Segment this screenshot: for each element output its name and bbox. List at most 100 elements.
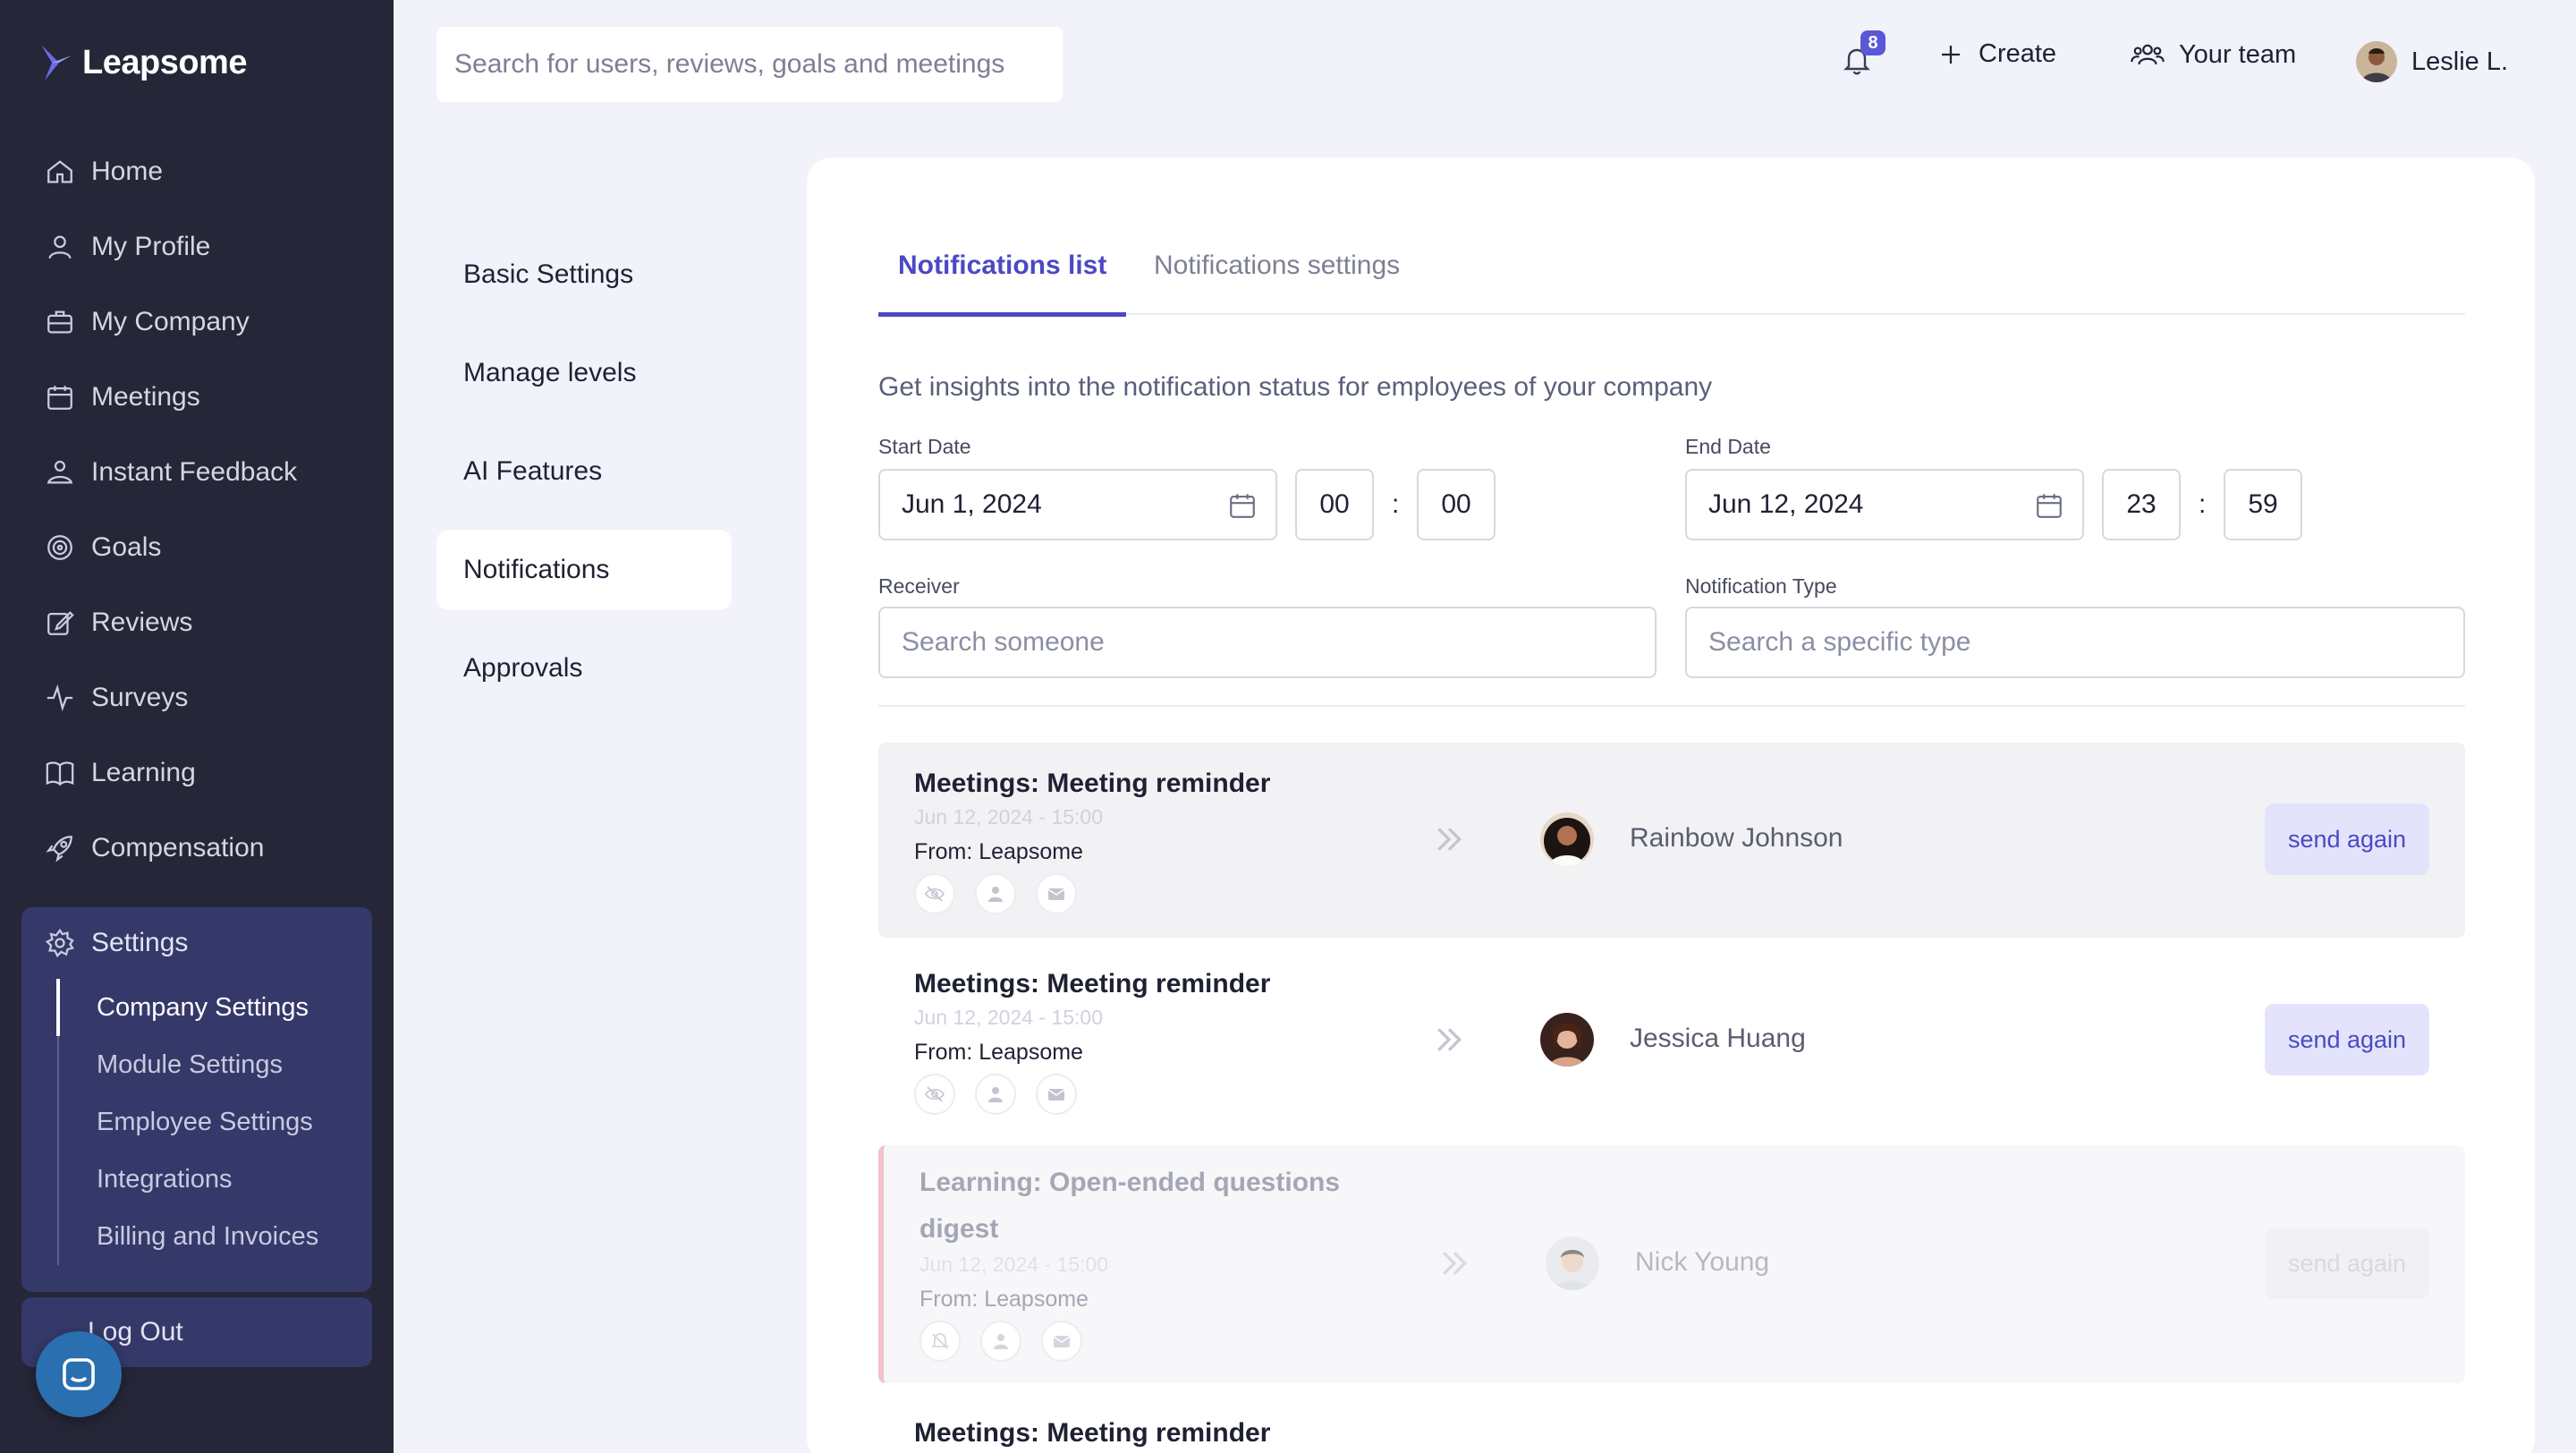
plus-icon [1942, 45, 1960, 64]
nav-item-settings[interactable]: Settings [21, 907, 372, 979]
divider [878, 705, 2465, 707]
subnav-integrations[interactable]: Integrations [59, 1151, 318, 1208]
global-search-input[interactable] [436, 27, 1063, 102]
nav-item-my-company[interactable]: My Company [0, 285, 394, 360]
team-label: Your team [2179, 39, 2297, 69]
rocket-icon [46, 836, 72, 862]
receiver-avatar [1540, 812, 1594, 866]
subnav-billing-and-invoices[interactable]: Billing and Invoices [59, 1208, 318, 1265]
menu-manage-levels[interactable]: Manage levels [436, 333, 732, 413]
delivery-status-icons [919, 1321, 1082, 1362]
leapsome-logo-icon [41, 45, 72, 81]
notification-date: Jun 12, 2024 - 15:00 [914, 805, 1103, 828]
end-date-label: End Date [1685, 435, 1771, 458]
settings-section: Settings Company Settings Module Setting… [21, 907, 372, 1292]
user-avatar [2356, 41, 2397, 82]
double-chevron-right-icon [1437, 1028, 1462, 1051]
send-again-button[interactable]: send again [2265, 1228, 2429, 1299]
chat-icon [63, 1358, 95, 1390]
nav-label: Meetings [91, 382, 200, 412]
delivery-status-icons [914, 873, 1077, 914]
nav-item-surveys[interactable]: Surveys [0, 660, 394, 735]
time-separator: : [2199, 489, 2207, 519]
end-date-value: Jun 12, 2024 [1708, 489, 1864, 519]
receiver-name[interactable]: Jessica Huang [1630, 1024, 1806, 1054]
email-icon [1036, 1074, 1077, 1115]
nav-item-goals[interactable]: Goals [0, 510, 394, 585]
nav-item-home[interactable]: Home [0, 134, 394, 209]
briefcase-icon [47, 310, 72, 334]
start-date-label: Start Date [878, 435, 971, 458]
end-minute-input[interactable]: 59 [2224, 469, 2302, 540]
email-icon [1041, 1321, 1082, 1362]
nav-item-reviews[interactable]: Reviews [0, 585, 394, 660]
subnav-employee-settings[interactable]: Employee Settings [59, 1093, 318, 1151]
notification-count-badge: 8 [1860, 30, 1885, 55]
end-date-input[interactable]: Jun 12, 2024 [1685, 469, 2084, 540]
calendar-icon [1230, 494, 1255, 518]
time-separator: : [1392, 489, 1400, 519]
receiver-label: Receiver [878, 574, 960, 598]
notification-title: Meetings: Meeting reminder [914, 769, 1271, 798]
tabs: Notifications list Notifications setting… [878, 251, 2465, 317]
pulse-icon [47, 684, 73, 712]
notification-type-input[interactable] [1685, 607, 2465, 678]
subnav-module-settings[interactable]: Module Settings [59, 1036, 318, 1093]
nav-label: Reviews [91, 608, 193, 637]
notification-type-label: Notification Type [1685, 574, 1837, 598]
target-icon [47, 535, 72, 560]
nav-item-instant-feedback[interactable]: Instant Feedback [0, 435, 394, 510]
notification-item[interactable]: Meetings: Meeting reminder Jun 12, 2024 … [878, 743, 2465, 938]
receiver-search-input[interactable] [878, 607, 1657, 678]
in-app-user-icon [975, 1074, 1016, 1115]
notification-date: Jun 12, 2024 - 15:00 [919, 1253, 1108, 1276]
notification-item[interactable]: Learning: Open-ended questions digest Ju… [878, 1145, 2465, 1383]
your-team-button[interactable]: Your team [2131, 39, 2296, 70]
nav-item-learning[interactable]: Learning [0, 735, 394, 811]
user-icon [48, 235, 72, 259]
send-again-button[interactable]: send again [2265, 803, 2429, 875]
create-button[interactable]: Create [1937, 39, 2056, 69]
nav-label: My Profile [91, 232, 211, 261]
team-icon [2131, 44, 2165, 65]
menu-notifications[interactable]: Notifications [436, 530, 732, 610]
leapsome-logo[interactable]: Leapsome [39, 43, 247, 82]
home-icon [47, 160, 72, 183]
nav-item-compensation[interactable]: Compensation [0, 811, 394, 886]
notification-muted-icon [919, 1321, 961, 1362]
notification-item[interactable]: Meetings: Meeting reminder Jun 12, 2024 … [878, 943, 2465, 1140]
edit-icon [47, 611, 74, 635]
start-minute-input[interactable]: 00 [1417, 469, 1496, 540]
chat-launcher-button[interactable] [36, 1331, 122, 1417]
receiver-name[interactable]: Nick Young [1635, 1247, 1769, 1278]
start-date-input[interactable]: Jun 1, 2024 [878, 469, 1277, 540]
notification-sender: From: Leapsome [914, 839, 1083, 864]
company-settings-menu: Basic Settings Manage levels AI Features… [436, 234, 732, 726]
nav-label: Goals [91, 532, 162, 562]
tab-notifications-list[interactable]: Notifications list [878, 251, 1127, 317]
menu-approvals[interactable]: Approvals [436, 628, 732, 709]
double-chevron-right-icon [1437, 828, 1462, 851]
notification-item[interactable]: Meetings: Meeting reminder [878, 1394, 2465, 1453]
nav-label: Home [91, 157, 164, 186]
logo-text: Leapsome [82, 43, 247, 81]
delivery-status-icons [914, 1074, 1077, 1115]
book-icon [46, 761, 74, 786]
calendar-icon [2037, 494, 2062, 518]
receiver-name[interactable]: Rainbow Johnson [1630, 823, 1843, 854]
nav-label: My Company [91, 307, 250, 336]
start-hour-input[interactable]: 00 [1295, 469, 1374, 540]
nav-item-meetings[interactable]: Meetings [0, 360, 394, 435]
main-nav: Home My Profile My Company Meetings Inst… [0, 134, 394, 886]
menu-ai-features[interactable]: AI Features [436, 431, 732, 512]
user-menu[interactable]: Leslie L. [2356, 41, 2508, 82]
nav-label: Instant Feedback [91, 457, 298, 487]
subnav-company-settings[interactable]: Company Settings [56, 979, 318, 1036]
tab-notifications-settings[interactable]: Notifications settings [1134, 251, 1419, 315]
menu-basic-settings[interactable]: Basic Settings [436, 234, 732, 315]
send-again-button[interactable]: send again [2265, 1004, 2429, 1075]
notifications-card: Notifications list Notifications setting… [807, 157, 2535, 1453]
end-hour-input[interactable]: 23 [2102, 469, 2181, 540]
nav-item-my-profile[interactable]: My Profile [0, 209, 394, 285]
notification-sender: From: Leapsome [914, 1040, 1083, 1065]
